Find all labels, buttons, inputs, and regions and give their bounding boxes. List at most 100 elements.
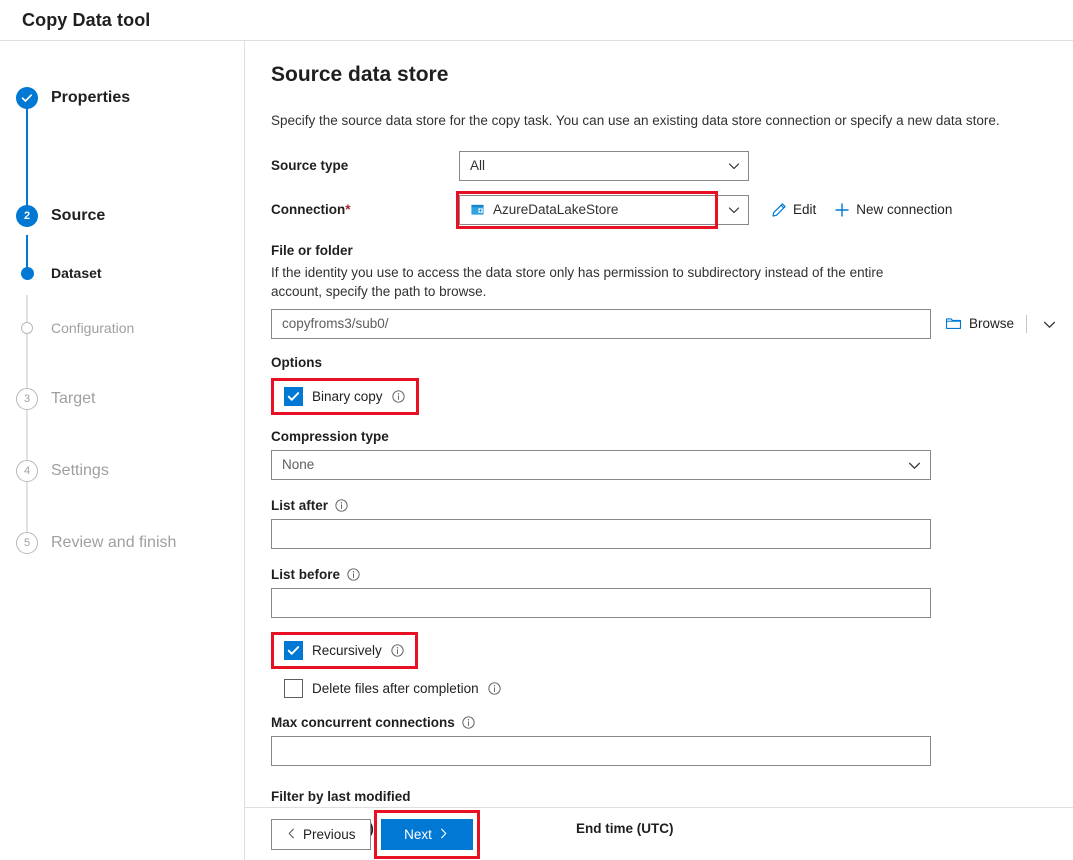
pencil-icon [771,202,787,218]
chevron-left-icon [286,827,297,842]
wizard-rail: Properties 2 Source Dataset Configuratio… [0,41,245,860]
list-before-input[interactable] [271,587,931,618]
list-after-label: List after [271,497,329,513]
sidebar-item-source[interactable]: 2 Source [0,203,244,229]
source-type-select[interactable]: All [459,150,749,181]
binary-copy-wrap: Binary copy [271,377,419,415]
step-number-2: 2 [16,205,38,227]
binary-copy-checkbox[interactable] [284,386,303,406]
browse-button[interactable]: Browse [945,314,1056,333]
sidebar-item-settings[interactable]: 4 Settings [0,458,244,484]
sidebar-item-configuration[interactable]: Configuration [0,315,244,341]
sidebar-item-properties[interactable]: Properties [0,85,244,111]
source-type-control: All [459,150,749,181]
page-title: Source data store [271,63,449,86]
compression-type-label: Compression type [271,428,389,444]
binary-copy-label: Binary copy [312,388,383,404]
step-check-icon [16,87,38,109]
connection-combobox[interactable]: AzureDataLakeStore [459,194,749,225]
source-type-row: Source type All [271,150,1055,181]
window-title: Copy Data tool [22,9,151,30]
info-icon[interactable] [391,644,404,657]
chevron-right-icon [438,827,449,842]
folder-icon [945,315,962,332]
window-titlebar: Copy Data tool [0,0,1073,41]
source-type-label: Source type [271,158,349,174]
previous-button[interactable]: Previous [271,818,371,850]
options-label: Options [271,354,322,370]
list-before-label: List before [271,566,341,582]
recursively-wrap: Recursively [271,631,418,669]
sidebar-label-configuration: Configuration [51,320,135,336]
chevron-down-icon[interactable] [1043,318,1056,330]
step-number-5: 5 [16,532,38,554]
previous-label: Previous [303,826,356,842]
next-label: Next [404,826,432,842]
filter-by-last-modified-label: Filter by last modified [271,788,411,804]
next-button-wrap: Next [373,809,480,859]
step-number-4: 4 [16,460,38,482]
step-dot-icon [16,262,38,284]
list-after-label-row: List after [271,498,1055,513]
plus-icon [834,202,850,218]
compression-type-value: None [282,457,315,473]
delete-files-after-completion-row[interactable]: Delete files after completion [284,678,1055,698]
sidebar-label-source: Source [51,207,106,224]
sidebar-label-dataset: Dataset [51,265,102,281]
azure-data-lake-store-icon [470,202,485,217]
sidebar-item-dataset[interactable]: Dataset [0,260,244,286]
connection-row: Connection* AzureDataLakeStore Edit New … [271,190,1055,229]
wizard-footer: Previous Next [245,807,1073,860]
connection-value-area[interactable]: AzureDataLakeStore [460,196,714,224]
info-icon[interactable] [487,682,501,695]
file-or-folder-row: copyfroms3/sub0/ Browse [271,308,1056,339]
next-button[interactable]: Next [380,818,473,850]
edit-connection-button[interactable]: Edit [771,202,816,218]
connection-value: AzureDataLakeStore [493,202,619,218]
sidebar-label-target: Target [51,390,96,407]
compression-type-select[interactable]: None [271,449,931,480]
connection-label: Connection* [271,202,459,217]
sidebar-item-review-and-finish[interactable]: 5 Review and finish [0,530,244,556]
connection-label-text: Connection [271,202,346,218]
info-icon[interactable] [462,716,475,729]
sidebar-item-target[interactable]: 3 Target [0,386,244,412]
recursively-checkbox-row[interactable]: Recursively [271,632,418,669]
delete-files-after-completion-label: Delete files after completion [312,680,479,696]
info-icon[interactable] [335,499,348,512]
form-content: Source data store Specify the source dat… [245,41,1073,836]
max-concurrent-connections-label-row: Max concurrent connections [271,715,1055,730]
source-type-value: All [470,158,486,174]
binary-copy-checkbox-row[interactable]: Binary copy [271,378,419,415]
browse-label: Browse [969,316,1015,332]
step-hollow-circle-icon [16,317,38,339]
new-connection-button[interactable]: New connection [834,202,952,218]
recursively-checkbox[interactable] [284,640,303,660]
chevron-down-icon [908,459,921,471]
required-marker: * [345,202,351,218]
sidebar-label-properties: Properties [51,89,131,106]
list-before-label-row: List before [271,567,1055,582]
info-icon[interactable] [347,568,360,581]
file-or-folder-label: File or folder [271,242,353,258]
recursively-label: Recursively [312,642,382,658]
info-icon[interactable] [391,390,405,403]
max-concurrent-connections-label: Max concurrent connections [271,714,455,730]
new-connection-label: New connection [856,202,953,218]
list-after-input[interactable] [271,518,931,549]
file-or-folder-help: If the identity you use to access the da… [271,264,884,300]
edit-connection-label: Edit [793,202,817,218]
app-body: Properties 2 Source Dataset Configuratio… [0,41,1073,860]
source-data-store-pane: Source data store Specify the source dat… [245,41,1073,860]
sidebar-label-review-and-finish: Review and finish [51,534,177,551]
browse-divider [1026,314,1028,333]
chevron-down-icon [728,204,740,216]
step-connector-active-1 [26,107,28,213]
connection-control: AzureDataLakeStore [456,190,749,229]
max-concurrent-connections-input[interactable] [271,735,931,766]
connection-dropdown-toggle[interactable] [714,196,748,224]
sidebar-label-settings: Settings [51,462,109,479]
chevron-down-icon [728,160,740,172]
delete-files-after-completion-checkbox[interactable] [284,678,303,698]
file-or-folder-input[interactable]: copyfroms3/sub0/ [271,308,931,339]
